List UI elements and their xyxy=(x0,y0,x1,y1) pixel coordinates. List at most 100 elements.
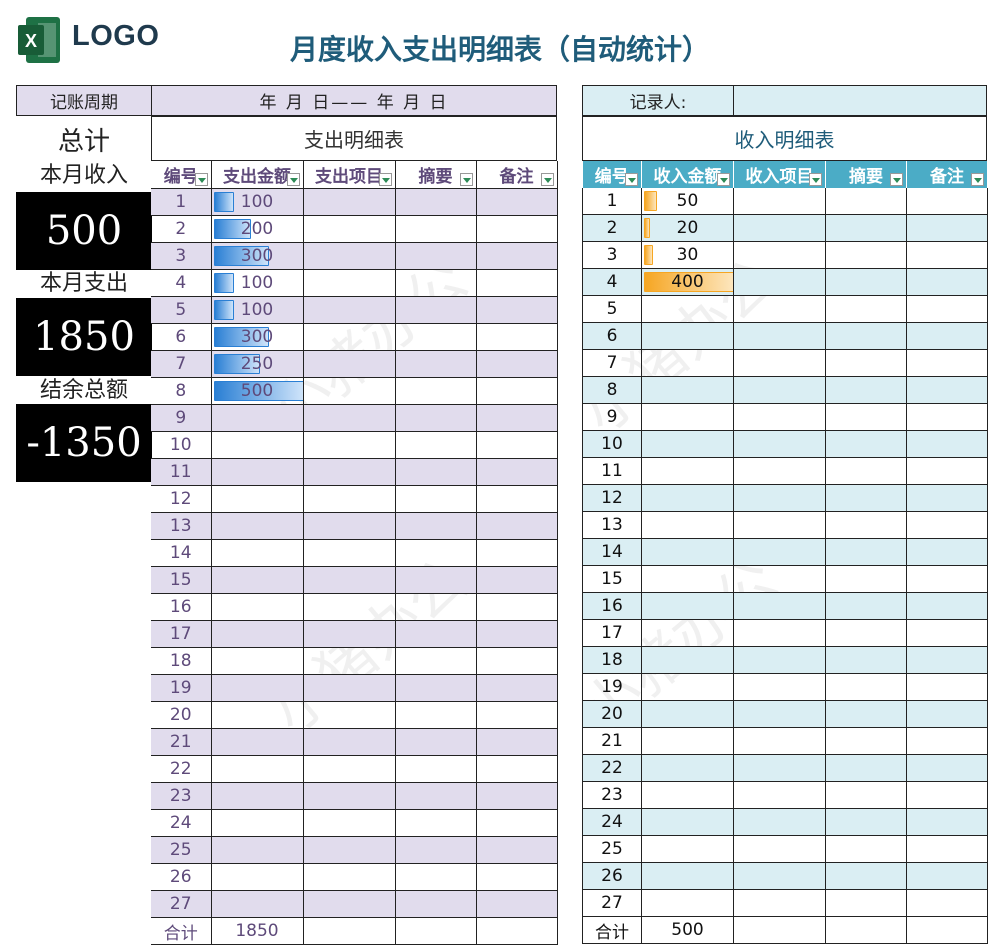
income-row-note[interactable] xyxy=(906,188,988,215)
expense-row-note[interactable] xyxy=(476,836,558,864)
income-row-amount[interactable] xyxy=(641,592,734,620)
income-row-note[interactable] xyxy=(906,214,988,242)
income-row-item[interactable] xyxy=(733,376,826,404)
income-row-item[interactable] xyxy=(733,349,826,377)
income-row-summary[interactable] xyxy=(825,700,907,728)
income-row-amount[interactable] xyxy=(641,646,734,674)
expense-row-no[interactable]: 23 xyxy=(151,782,212,810)
expense-row-amount[interactable] xyxy=(211,512,304,540)
expense-row-summary[interactable] xyxy=(395,620,477,648)
income-row-amount[interactable] xyxy=(641,889,734,917)
income-row-summary[interactable] xyxy=(825,457,907,485)
expense-row-no[interactable]: 5 xyxy=(151,296,212,324)
income-row-item[interactable] xyxy=(733,565,826,593)
expense-row-note[interactable] xyxy=(476,269,558,297)
expense-row-amount[interactable] xyxy=(211,863,304,891)
income-col-amount[interactable]: 收入金额 xyxy=(641,161,734,188)
expense-row-item[interactable] xyxy=(303,431,396,459)
expense-row-summary[interactable] xyxy=(395,431,477,459)
expense-row-note[interactable] xyxy=(476,755,558,783)
income-col-item[interactable]: 收入项目 xyxy=(733,161,826,188)
expense-row-item[interactable] xyxy=(303,620,396,648)
income-row-summary[interactable] xyxy=(825,835,907,863)
income-row-note[interactable] xyxy=(906,889,988,917)
income-row-summary[interactable] xyxy=(825,889,907,917)
income-row-note[interactable] xyxy=(906,808,988,836)
income-row-amount[interactable]: 30 xyxy=(641,241,734,269)
expense-row-no[interactable]: 25 xyxy=(151,836,212,864)
expense-row-no[interactable]: 13 xyxy=(151,512,212,540)
expense-row-item[interactable] xyxy=(303,458,396,486)
income-row-amount[interactable] xyxy=(641,511,734,539)
income-row-amount[interactable] xyxy=(641,484,734,512)
income-row-amount[interactable] xyxy=(641,619,734,647)
expense-row-amount[interactable]: 300 xyxy=(211,323,304,351)
expense-row-note[interactable] xyxy=(476,431,558,459)
expense-row-amount[interactable] xyxy=(211,404,304,432)
expense-row-amount[interactable] xyxy=(211,674,304,702)
income-row-no[interactable]: 25 xyxy=(582,835,642,863)
expense-row-summary[interactable] xyxy=(395,863,477,891)
expense-row-amount[interactable] xyxy=(211,701,304,729)
income-row-summary[interactable] xyxy=(825,268,907,296)
expense-row-note[interactable] xyxy=(476,242,558,270)
expense-row-amount[interactable] xyxy=(211,458,304,486)
income-row-note[interactable] xyxy=(906,700,988,728)
income-row-item[interactable] xyxy=(733,188,826,215)
expense-row-note[interactable] xyxy=(476,485,558,513)
expense-row-note[interactable] xyxy=(476,377,558,405)
expense-row-item[interactable] xyxy=(303,512,396,540)
expense-row-summary[interactable] xyxy=(395,485,477,513)
expense-row-item[interactable] xyxy=(303,215,396,243)
income-row-item[interactable] xyxy=(733,322,826,350)
income-row-note[interactable] xyxy=(906,862,988,890)
expense-row-summary[interactable] xyxy=(395,728,477,756)
expense-row-no[interactable]: 6 xyxy=(151,323,212,351)
income-row-amount[interactable] xyxy=(641,322,734,350)
income-col-summary[interactable]: 摘要 xyxy=(825,161,907,188)
expense-row-amount[interactable]: 300 xyxy=(211,242,304,270)
income-col-note[interactable]: 备注 xyxy=(906,161,988,188)
expense-col-amount[interactable]: 支出金额 xyxy=(211,161,304,189)
filter-dropdown-icon[interactable] xyxy=(890,173,903,186)
income-row-no[interactable]: 13 xyxy=(582,511,642,539)
expense-row-note[interactable] xyxy=(476,458,558,486)
income-row-no[interactable]: 9 xyxy=(582,403,642,431)
income-row-item[interactable] xyxy=(733,619,826,647)
income-row-summary[interactable] xyxy=(825,295,907,323)
expense-row-item[interactable] xyxy=(303,674,396,702)
income-row-note[interactable] xyxy=(906,673,988,701)
period-value[interactable]: 年 月 日—— 年 月 日 xyxy=(151,85,557,116)
expense-row-note[interactable] xyxy=(476,512,558,540)
income-row-item[interactable] xyxy=(733,781,826,809)
income-row-item[interactable] xyxy=(733,511,826,539)
income-row-summary[interactable] xyxy=(825,511,907,539)
income-row-summary[interactable] xyxy=(825,619,907,647)
income-row-summary[interactable] xyxy=(825,673,907,701)
income-row-summary[interactable] xyxy=(825,808,907,836)
income-row-no[interactable]: 3 xyxy=(582,241,642,269)
income-row-amount[interactable] xyxy=(641,727,734,755)
expense-row-note[interactable] xyxy=(476,188,558,216)
income-row-summary[interactable] xyxy=(825,214,907,242)
expense-row-item[interactable] xyxy=(303,188,396,216)
expense-row-item[interactable] xyxy=(303,728,396,756)
income-row-amount[interactable] xyxy=(641,295,734,323)
income-row-amount[interactable] xyxy=(641,862,734,890)
expense-row-summary[interactable] xyxy=(395,377,477,405)
expense-row-no[interactable]: 1 xyxy=(151,188,212,216)
income-row-summary[interactable] xyxy=(825,862,907,890)
expense-row-note[interactable] xyxy=(476,809,558,837)
expense-row-amount[interactable] xyxy=(211,836,304,864)
income-row-summary[interactable] xyxy=(825,754,907,782)
income-row-no[interactable]: 2 xyxy=(582,214,642,242)
expense-row-amount[interactable]: 100 xyxy=(211,188,304,216)
income-row-item[interactable] xyxy=(733,214,826,242)
income-row-no[interactable]: 19 xyxy=(582,673,642,701)
expense-row-summary[interactable] xyxy=(395,782,477,810)
expense-row-item[interactable] xyxy=(303,647,396,675)
income-row-item[interactable] xyxy=(733,430,826,458)
income-row-no[interactable]: 10 xyxy=(582,430,642,458)
income-row-item[interactable] xyxy=(733,241,826,269)
income-row-note[interactable] xyxy=(906,430,988,458)
